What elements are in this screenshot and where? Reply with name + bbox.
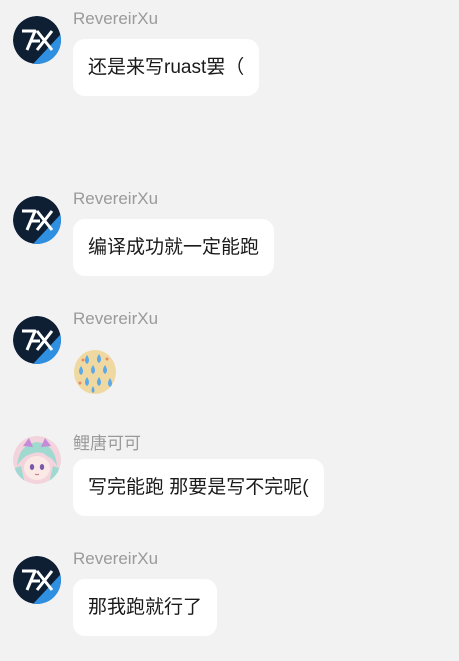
sender-name: RevereirXu [73,309,159,328]
anime-girl-avatar-icon [13,436,61,484]
message-bubble[interactable]: 那我跑就行了 [73,579,218,636]
message-bubble[interactable]: 写完能跑 那要是写不完呢( [73,459,324,516]
user-avatar[interactable] [13,16,61,64]
user-avatar[interactable] [13,316,61,364]
message-bubble[interactable]: 编译成功就一定能跑 [73,219,275,276]
sender-name: 鲤唐可可 [73,434,141,453]
sender-name: RevereirXu [73,9,159,28]
sender-name: RevereirXu [73,549,159,568]
sender-name: RevereirXu [73,189,159,208]
logo-avatar-icon [13,196,61,244]
logo-avatar-icon [13,556,61,604]
user-avatar[interactable] [13,436,61,484]
tears-sticker[interactable] [73,349,117,395]
tears-sticker-icon [74,350,116,394]
logo-avatar-icon [13,316,61,364]
message-bubble[interactable]: 还是来写ruast罢（ [73,39,260,96]
logo-avatar-icon [13,16,61,64]
user-avatar[interactable] [13,556,61,604]
user-avatar[interactable] [13,196,61,244]
